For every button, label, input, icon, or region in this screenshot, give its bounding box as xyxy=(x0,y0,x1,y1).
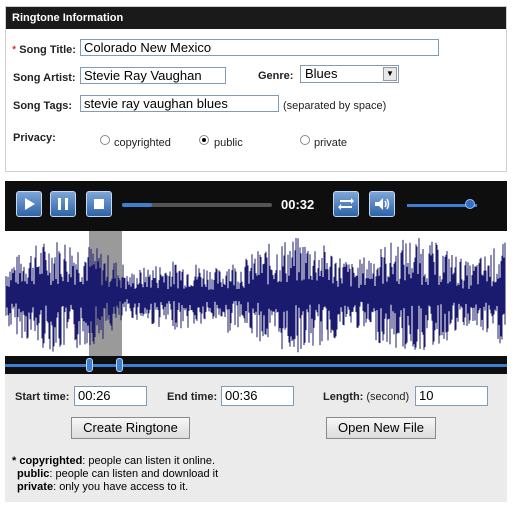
privacy-radio-private[interactable] xyxy=(300,135,310,145)
privacy-radio-copyrighted[interactable] xyxy=(100,135,110,145)
length-unit: (second) xyxy=(366,391,410,403)
song-tags-label: Song Tags: xyxy=(13,100,73,112)
chevron-down-icon[interactable]: ▼ xyxy=(383,67,397,81)
play-button[interactable] xyxy=(16,191,42,217)
legend-public-term: public xyxy=(17,468,50,480)
stop-icon xyxy=(94,199,104,209)
selection-scrollbar[interactable] xyxy=(5,356,507,374)
waveform-graph xyxy=(5,231,506,360)
waveform-display[interactable] xyxy=(5,231,507,360)
song-artist-input[interactable]: Stevie Ray Vaughan xyxy=(80,67,226,84)
ringtone-info-panel: Ringtone Information * Song Title: Colora… xyxy=(5,6,507,172)
song-title-input[interactable]: Colorado New Mexico xyxy=(80,39,439,56)
start-time-input[interactable]: 00:26 xyxy=(74,386,147,406)
volume-icon xyxy=(375,198,390,210)
current-time: 00:32 xyxy=(281,197,315,212)
genre-select[interactable]: Blues ▼ xyxy=(300,65,399,83)
selection-end-handle[interactable] xyxy=(116,358,123,372)
length-input[interactable]: 10 xyxy=(415,386,488,406)
progress-track[interactable] xyxy=(122,203,272,207)
selection-start-handle[interactable] xyxy=(86,358,93,372)
pause-button[interactable] xyxy=(50,191,76,217)
stop-button[interactable] xyxy=(86,191,112,217)
legend-copyrighted-term: * copyrighted xyxy=(12,455,83,467)
play-icon xyxy=(25,198,35,210)
song-title-label: * Song Title: xyxy=(12,44,76,56)
legend-copyrighted-desc: : people can listen it online. xyxy=(82,455,215,467)
privacy-option-private: private xyxy=(314,137,348,149)
pause-icon xyxy=(58,198,68,210)
privacy-option-copyrighted: copyrighted xyxy=(114,137,171,149)
end-time-input[interactable]: 00:36 xyxy=(221,386,294,406)
bottom-controls: Start time: 00:26 End time: 00:36 Length… xyxy=(5,374,507,502)
privacy-radio-public[interactable] xyxy=(199,135,209,145)
scroll-line xyxy=(5,364,507,367)
length-label: Length: (second) xyxy=(323,391,409,403)
required-mark: * xyxy=(12,44,17,56)
legend-public: public: people can listen and download i… xyxy=(17,468,218,480)
legend-private-desc: : only you have access to it. xyxy=(53,481,189,493)
volume-button[interactable] xyxy=(369,191,395,217)
repeat-button[interactable] xyxy=(333,191,359,217)
song-tags-input[interactable]: stevie ray vaughan blues xyxy=(80,95,279,112)
open-new-file-button[interactable]: Open New File xyxy=(326,417,436,439)
legend-private-term: private xyxy=(17,481,54,493)
privacy-option-public: public xyxy=(214,137,243,149)
create-ringtone-button[interactable]: Create Ringtone xyxy=(71,417,190,439)
legend-public-desc: : people can listen and download it xyxy=(49,468,219,480)
song-artist-label: Song Artist: xyxy=(13,72,76,84)
volume-knob[interactable] xyxy=(465,199,475,209)
end-time-label: End time: xyxy=(167,391,218,403)
song-tags-hint: (separated by space) xyxy=(283,100,387,112)
repeat-icon xyxy=(338,198,354,210)
audio-player: 00:32 xyxy=(5,181,507,235)
waveform-trace xyxy=(5,238,506,353)
panel-header: Ringtone Information xyxy=(6,7,506,29)
legend-private: private: only you have access to it. xyxy=(17,481,188,493)
progress-fill xyxy=(122,203,152,207)
legend-copyrighted: * copyrighted: people can listen it onli… xyxy=(12,455,215,467)
privacy-label: Privacy: xyxy=(13,132,56,144)
start-time-label: Start time: xyxy=(15,391,70,403)
genre-label: Genre: xyxy=(258,70,294,82)
length-label-text: Length: xyxy=(323,391,364,403)
song-title-label-text: Song Title: xyxy=(19,44,76,56)
genre-selected-value: Blues xyxy=(305,66,338,81)
